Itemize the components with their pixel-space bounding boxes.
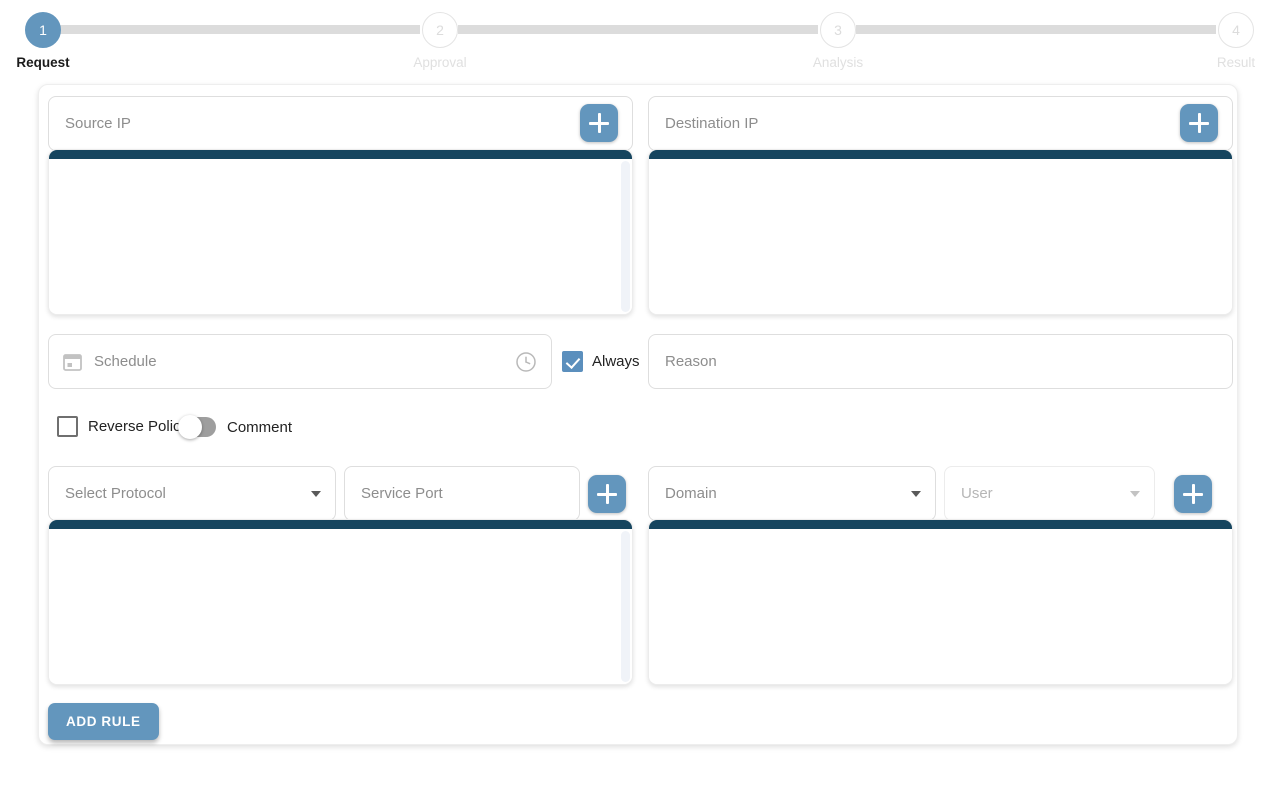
stepper-step-2-label: Approval [413,55,467,70]
stepper-step-request[interactable]: 1 Request [0,12,103,70]
protocol-placeholder: Select Protocol [65,486,166,501]
stepper-step-3-circle: 3 [820,12,856,48]
stepper-step-4-label: Result [1216,55,1256,70]
stepper-step-1-label: Request [16,55,70,70]
rule-request-card: Source IP Destination IP Schedule Always… [38,84,1238,745]
add-destination-ip-button[interactable] [1180,104,1218,142]
source-ip-list[interactable] [48,149,633,315]
stepper-step-3-label: Analysis [812,55,864,70]
comment-label: Comment [227,418,293,436]
source-ip-list-body [49,159,632,314]
stepper-step-4-number: 4 [1232,22,1240,38]
stepper-step-4-circle: 4 [1218,12,1254,48]
source-ip-list-scrollbar[interactable] [621,161,630,312]
service-list-header [49,520,632,529]
schedule-field[interactable]: Schedule [48,334,552,389]
schedule-placeholder: Schedule [94,354,157,369]
destination-ip-list[interactable] [648,149,1233,315]
service-port-placeholder: Service Port [361,486,443,501]
chevron-down-icon [911,490,921,497]
destination-ip-placeholder: Destination IP [665,116,759,131]
domain-list-header [649,520,1232,529]
comment-toggle-knob [178,415,202,439]
stepper-step-1-number: 1 [39,22,47,38]
stepper-connector-2-3 [458,25,818,34]
stepper-step-result[interactable]: 4 Result [1176,12,1276,70]
destination-ip-list-body [649,159,1232,314]
service-list[interactable] [48,519,633,685]
stepper-step-2-circle: 2 [422,12,458,48]
reason-placeholder: Reason [665,354,717,369]
reverse-policy-group[interactable]: Reverse Policy [57,416,188,437]
stepper-connector-3-4 [856,25,1216,34]
progress-stepper: 1 Request 2 Approval 3 Analysis 4 Result [0,0,1276,84]
add-source-ip-button[interactable] [580,104,618,142]
add-service-button[interactable] [588,475,626,513]
service-list-body [49,529,632,684]
service-list-scrollbar[interactable] [621,531,630,682]
stepper-connector-1-2 [60,25,420,34]
stepper-step-1-circle: 1 [25,12,61,48]
user-select[interactable]: User [944,466,1155,521]
source-ip-list-header [49,150,632,159]
reverse-policy-label: Reverse Policy [88,418,189,435]
protocol-select[interactable]: Select Protocol [48,466,336,521]
domain-select[interactable]: Domain [648,466,936,521]
reverse-policy-checkbox[interactable] [57,416,78,437]
clock-icon[interactable] [515,351,537,373]
source-ip-placeholder: Source IP [65,116,131,131]
stepper-step-analysis[interactable]: 3 Analysis [778,12,898,70]
chevron-down-icon [1130,490,1140,497]
comment-toggle[interactable] [178,415,216,439]
reason-field[interactable]: Reason [648,334,1233,389]
always-checkbox-group[interactable]: Always [562,351,640,372]
stepper-step-2-number: 2 [436,22,444,38]
add-rule-button[interactable]: ADD RULE [48,703,159,740]
stepper-step-approval[interactable]: 2 Approval [380,12,500,70]
destination-ip-field[interactable]: Destination IP [648,96,1233,151]
user-placeholder: User [961,486,993,501]
source-ip-field[interactable]: Source IP [48,96,633,151]
destination-ip-list-header [649,150,1232,159]
chevron-down-icon [311,490,321,497]
service-port-field[interactable]: Service Port [344,466,580,521]
comment-toggle-group[interactable]: Comment [178,415,293,439]
always-checkbox[interactable] [562,351,583,372]
calendar-icon [63,352,82,372]
add-user-button[interactable] [1174,475,1212,513]
domain-placeholder: Domain [665,486,717,501]
domain-list[interactable] [648,519,1233,685]
stepper-step-3-number: 3 [834,22,842,38]
domain-list-body [649,529,1232,684]
always-label: Always [592,353,640,370]
